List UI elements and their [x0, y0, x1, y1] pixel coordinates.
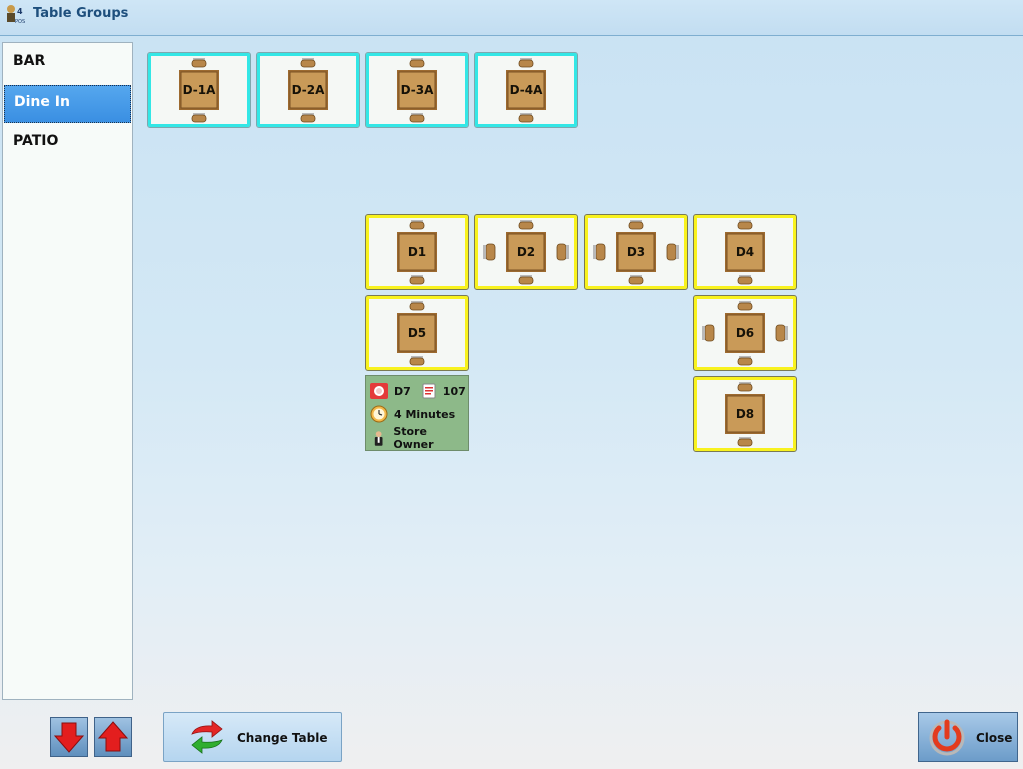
- table-label: D1: [407, 245, 427, 259]
- table-d-3a[interactable]: D-3A: [365, 52, 469, 128]
- check-number: 107: [442, 384, 466, 398]
- duration-row: 4 Minutes: [370, 405, 455, 423]
- table-label: D-3A: [400, 83, 434, 97]
- arrow-up-icon: [97, 721, 129, 752]
- occupied-duration: 4 Minutes: [394, 407, 456, 421]
- table-d-2a[interactable]: D-2A: [256, 52, 360, 128]
- table-label: D-2A: [291, 83, 325, 97]
- arrow-down-icon: [53, 722, 85, 753]
- order-ticket-icon: [422, 383, 436, 399]
- group-item-bar[interactable]: BAR: [4, 45, 131, 83]
- table-d-4a[interactable]: D-4A: [474, 52, 578, 128]
- 4pos-logo-icon: 4 POS: [7, 5, 25, 25]
- table-group-list: BAR Dine In PATIO: [2, 42, 133, 700]
- table-label: D-4A: [509, 83, 543, 97]
- scroll-down-button[interactable]: [50, 717, 88, 757]
- change-table-label: Change Table: [237, 731, 328, 745]
- close-label: Close: [976, 731, 1013, 745]
- table-d3[interactable]: D3: [584, 214, 688, 290]
- group-item-label: PATIO: [13, 133, 59, 149]
- swap-arrows-icon: [191, 720, 223, 754]
- title-bar: 4 POS Table Groups: [0, 0, 1023, 36]
- table-label: D3: [626, 245, 646, 259]
- occupied-table-number: D7: [394, 384, 411, 398]
- close-button[interactable]: Close: [918, 712, 1018, 762]
- table-d6[interactable]: D6: [693, 295, 797, 371]
- table-d7-occupied[interactable]: D7 107 4 Minutes Store Owner: [365, 375, 469, 451]
- waiter-icon: [374, 431, 383, 446]
- table-d8[interactable]: D8: [693, 376, 797, 452]
- server-name: Store Owner: [393, 425, 434, 451]
- table-d1[interactable]: D1: [365, 214, 469, 290]
- clock-icon: [370, 405, 388, 423]
- change-table-button[interactable]: Change Table: [163, 712, 342, 762]
- group-item-label: Dine In: [14, 94, 70, 110]
- server-row: Store Owner: [370, 425, 468, 451]
- table-label: D4: [735, 245, 755, 259]
- group-item-dine-in[interactable]: Dine In: [4, 85, 131, 123]
- table-d2[interactable]: D2: [474, 214, 578, 290]
- group-item-label: BAR: [13, 53, 46, 69]
- table-d5[interactable]: D5: [365, 295, 469, 371]
- table-d4[interactable]: D4: [693, 214, 797, 290]
- table-label: D-1A: [182, 83, 216, 97]
- table-d-1a[interactable]: D-1A: [147, 52, 251, 128]
- table-label: D5: [407, 326, 427, 340]
- plate-icon: [370, 383, 388, 399]
- power-icon: [929, 719, 965, 756]
- table-label: D8: [735, 407, 755, 421]
- table-label: D6: [735, 326, 755, 340]
- table-label: D2: [516, 245, 536, 259]
- svg-text:POS: POS: [15, 19, 25, 25]
- occupied-table-row: D7 107: [370, 382, 466, 400]
- scroll-up-button[interactable]: [94, 717, 132, 757]
- svg-text:4: 4: [17, 7, 23, 16]
- group-item-patio[interactable]: PATIO: [4, 125, 131, 163]
- window-title: Table Groups: [33, 6, 129, 21]
